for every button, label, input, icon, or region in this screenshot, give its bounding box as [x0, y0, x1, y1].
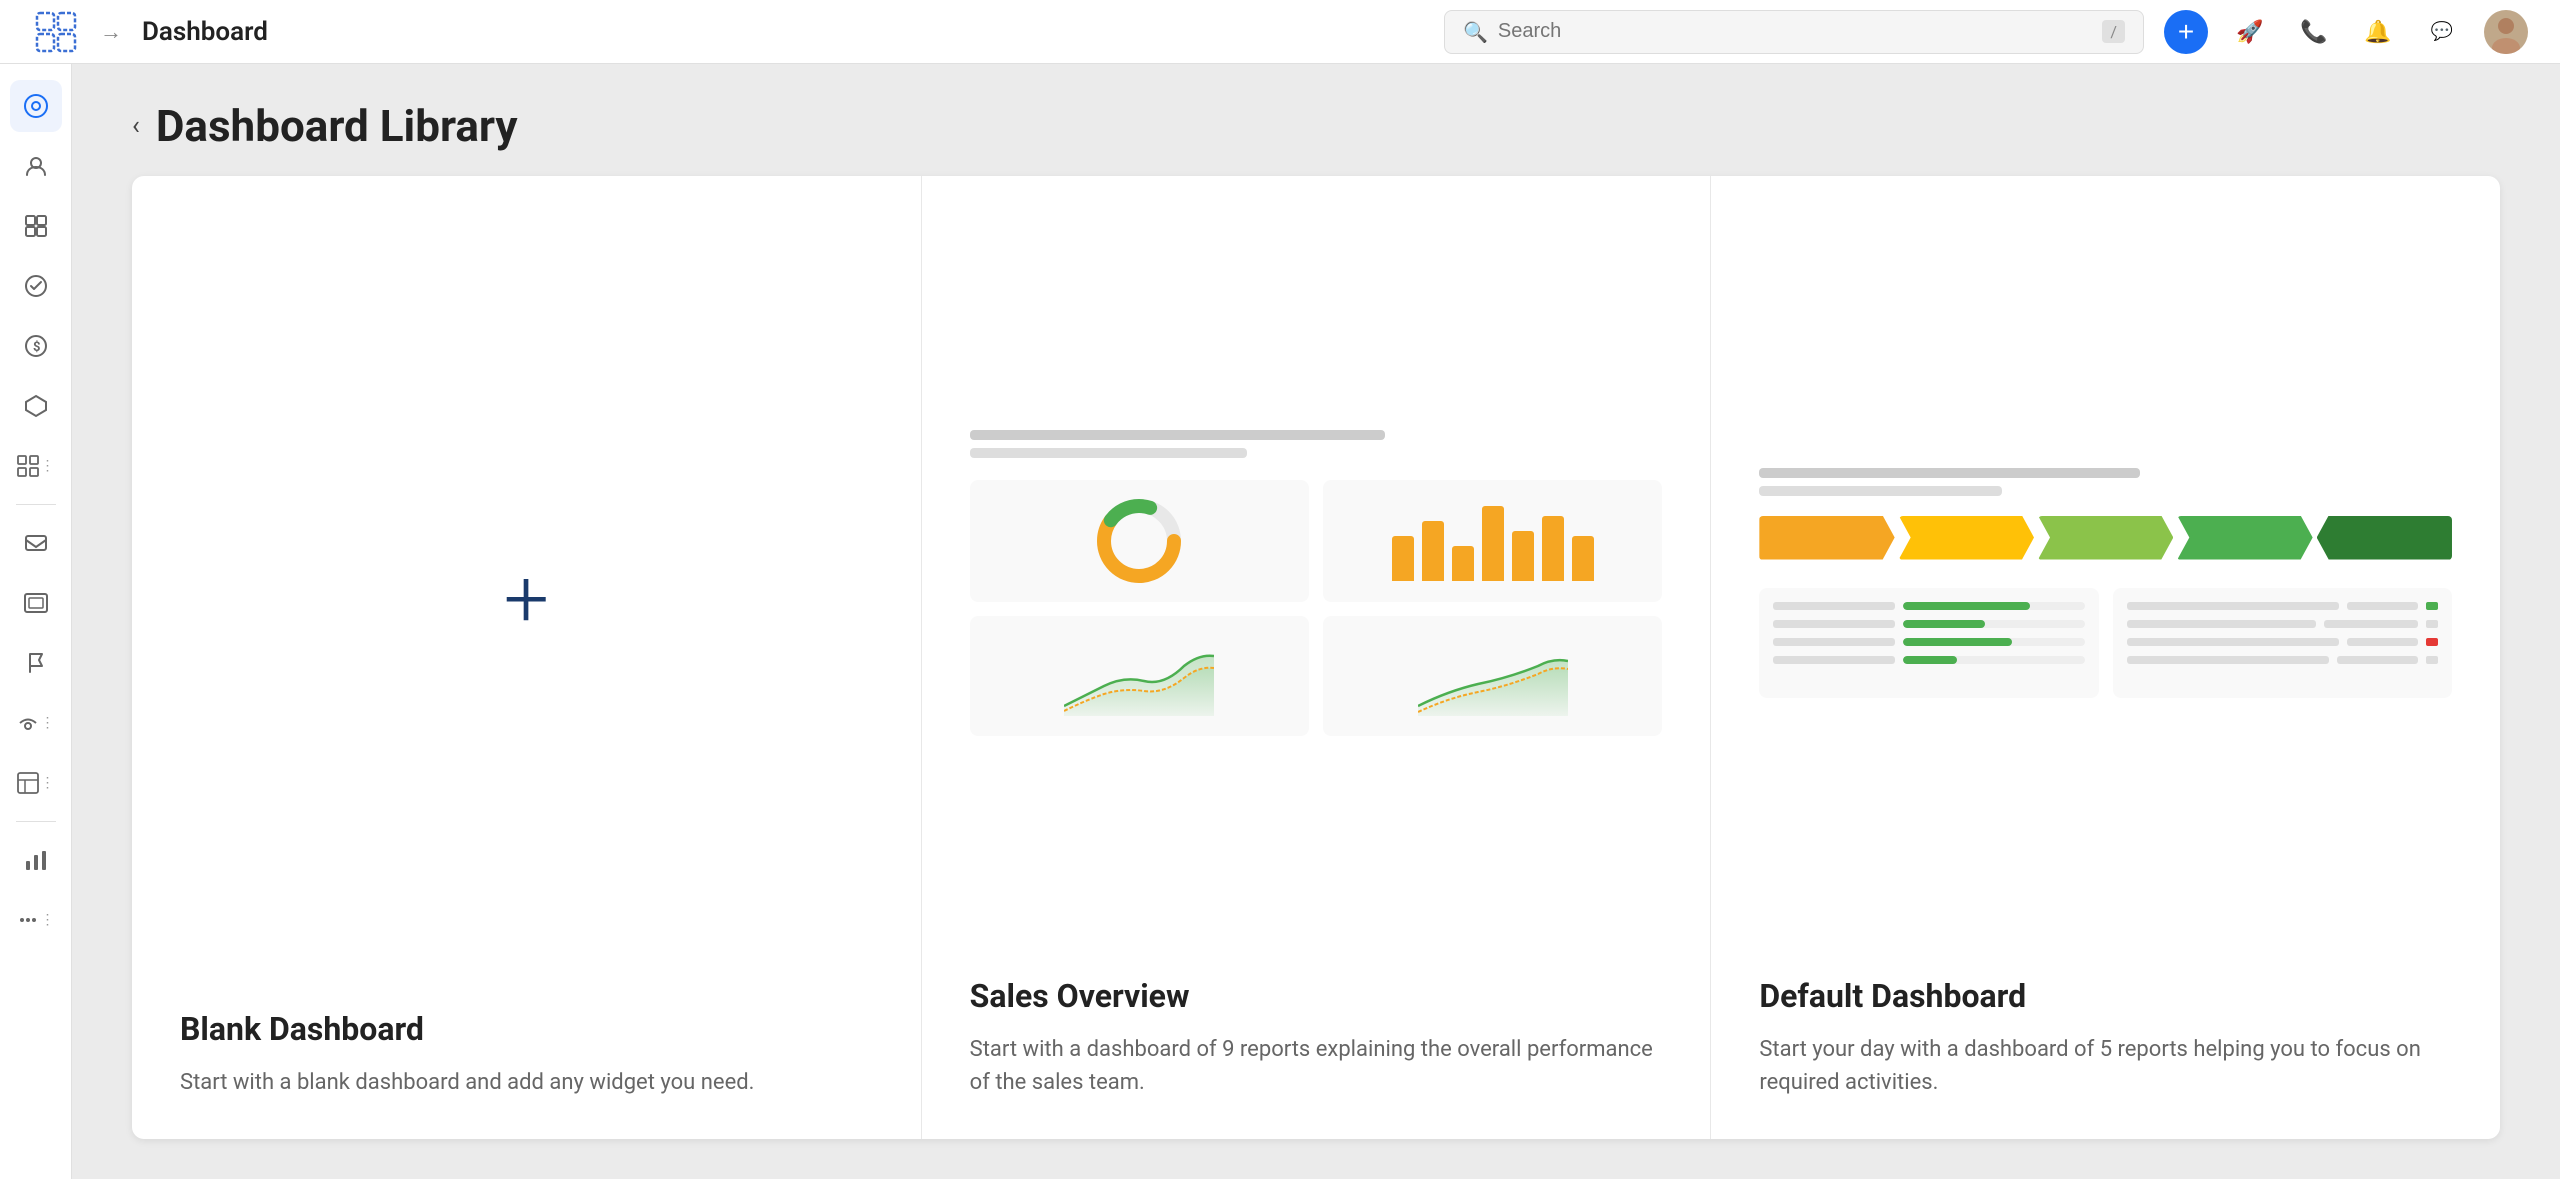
add-button[interactable]: +: [2164, 10, 2208, 54]
search-slash: /: [2102, 20, 2125, 43]
blank-card-title: Blank Dashboard: [180, 1010, 873, 1048]
sidebar-divider-1: [16, 504, 56, 505]
svg-text:$: $: [33, 340, 40, 355]
bell-icon[interactable]: 🔔: [2356, 10, 2400, 54]
sales-card-desc: Start with a dashboard of 9 reports expl…: [970, 1033, 1663, 1099]
flows-dots[interactable]: ⋮: [41, 775, 55, 791]
default-card-title: Default Dashboard: [1759, 977, 2452, 1015]
sales-card-title: Sales Overview: [970, 977, 1663, 1015]
topbar-actions: + 🚀 📞 🔔 💬: [2164, 10, 2528, 54]
search-input[interactable]: [1498, 20, 2092, 43]
default-card-desc: Start your day with a dashboard of 5 rep…: [1759, 1033, 2452, 1099]
more-dots[interactable]: ⋮: [41, 912, 55, 928]
page-title: Dashboard Library: [156, 100, 518, 152]
dashboard-cards: + Blank Dashboard Start with a blank das…: [132, 176, 2500, 1139]
topbar: → Dashboard 🔍 / + 🚀 📞 🔔 💬: [0, 0, 2560, 64]
chat-icon[interactable]: 💬: [2420, 10, 2464, 54]
phone-icon[interactable]: 📞: [2292, 10, 2336, 54]
topbar-title: Dashboard: [142, 17, 1424, 47]
default-card-preview: [1759, 224, 2452, 941]
sidebar-divider-2: [16, 821, 56, 822]
search-bar[interactable]: 🔍 /: [1444, 10, 2144, 54]
content-area: ‹ Dashboard Library + Blank Dashboard St…: [72, 64, 2560, 1179]
sidebar-item-contacts[interactable]: [10, 140, 62, 192]
sidebar-item-products[interactable]: [10, 380, 62, 432]
search-icon: 🔍: [1463, 20, 1488, 44]
sidebar-item-reports[interactable]: [10, 200, 62, 252]
blank-dashboard-card[interactable]: + Blank Dashboard Start with a blank das…: [132, 176, 922, 1139]
sidebar-item-flag[interactable]: [10, 637, 62, 689]
sidebar-item-dashboards[interactable]: ⋮: [10, 440, 62, 492]
blank-card-desc: Start with a blank dashboard and add any…: [180, 1066, 873, 1099]
sidebar-item-flows[interactable]: ⋮: [10, 757, 62, 809]
sidebar-item-analytics[interactable]: [10, 834, 62, 886]
dashboards-dots[interactable]: ⋮: [41, 458, 55, 474]
sidebar-item-inbox[interactable]: [10, 517, 62, 569]
sidebar-item-mail[interactable]: [10, 577, 62, 629]
plus-icon: +: [504, 559, 549, 639]
sidebar-item-more[interactable]: ⋮: [10, 894, 62, 946]
rocket-icon[interactable]: 🚀: [2228, 10, 2272, 54]
sidebar: $ ⋮: [0, 64, 72, 1179]
app-logo[interactable]: [32, 8, 80, 56]
topbar-nav-arrow[interactable]: →: [100, 19, 122, 45]
avatar[interactable]: [2484, 10, 2528, 54]
sidebar-item-home[interactable]: [10, 80, 62, 132]
sidebar-item-finance[interactable]: $: [10, 320, 62, 372]
back-button[interactable]: ‹: [132, 111, 140, 141]
campaigns-dots[interactable]: ⋮: [41, 715, 55, 731]
sidebar-item-tasks[interactable]: [10, 260, 62, 312]
sales-overview-card[interactable]: Sales Overview Start with a dashboard of…: [922, 176, 1712, 1139]
blank-card-preview: +: [180, 224, 873, 974]
page-header: ‹ Dashboard Library: [72, 64, 2560, 176]
main-layout: $ ⋮: [0, 64, 2560, 1179]
default-dashboard-card[interactable]: Default Dashboard Start your day with a …: [1711, 176, 2500, 1139]
sales-card-preview: [970, 224, 1663, 941]
sidebar-item-campaigns[interactable]: ⋮: [10, 697, 62, 749]
